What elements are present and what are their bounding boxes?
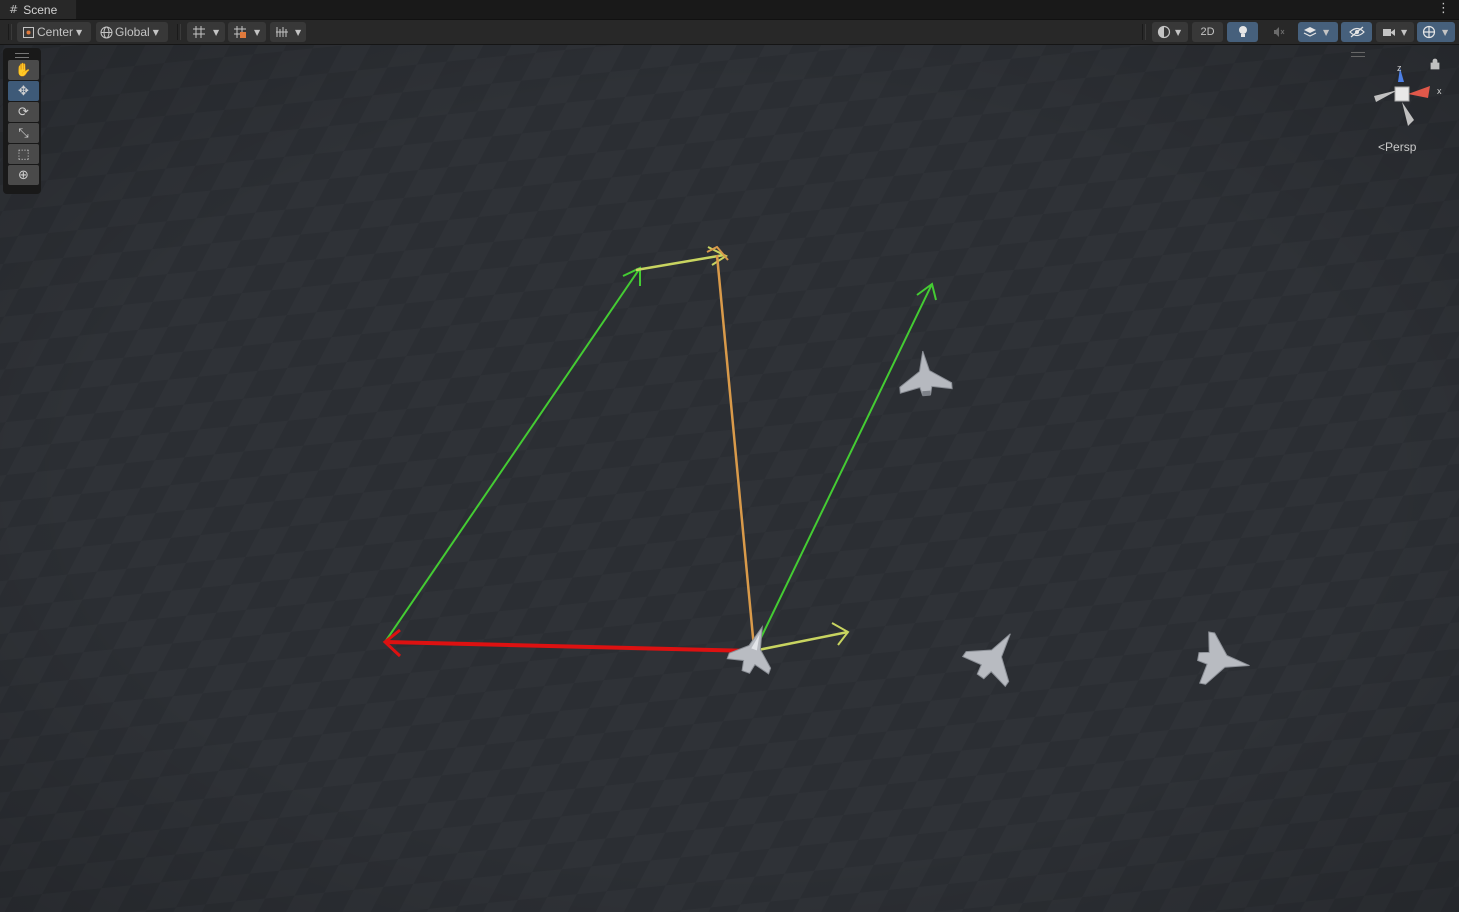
scale-icon: ⤡ xyxy=(18,125,29,141)
chevron-down-icon: ▼ xyxy=(254,27,261,37)
hand-icon: ✋ xyxy=(15,62,32,78)
toggle-2d-label: 2D xyxy=(1200,26,1215,38)
axis-x-cone[interactable] xyxy=(1408,86,1430,98)
viewport-vignette xyxy=(0,45,1459,912)
projection-toggle[interactable]: <Persp xyxy=(1378,140,1416,154)
camera-icon xyxy=(1383,28,1395,36)
scene-canvas[interactable] xyxy=(0,45,1459,912)
toolbar-separator xyxy=(177,24,181,40)
view-tool-button[interactable]: ✋ xyxy=(8,60,39,80)
lock-icon[interactable] xyxy=(1430,58,1440,70)
lightbulb-icon xyxy=(1238,26,1247,37)
tab-scene-label: Scene xyxy=(23,2,58,17)
pivot-rotation-dropdown[interactable]: Global ▼ xyxy=(96,22,168,42)
more-options-icon[interactable]: ⋮ xyxy=(1437,1,1450,16)
rect-tool-button[interactable]: ⬚ xyxy=(8,144,39,164)
effects-layers-icon xyxy=(1303,27,1317,37)
camera-settings-dropdown[interactable]: ▼ xyxy=(1376,22,1414,42)
toggle-2d-button[interactable]: 2D xyxy=(1192,22,1223,42)
rotate-icon: ⟳ xyxy=(18,104,29,120)
chevron-down-icon: ▼ xyxy=(152,27,159,37)
grid-snapping-button[interactable]: ▼ xyxy=(228,22,266,42)
axis-x-label: x xyxy=(1437,86,1442,96)
tab-scene[interactable]: # Scene xyxy=(0,0,77,19)
gizmo-center-cube[interactable] xyxy=(1394,86,1410,102)
gizmos-icon xyxy=(1422,25,1436,39)
increment-snapping-button[interactable]: ▼ xyxy=(270,22,306,42)
scene-visibility-button[interactable] xyxy=(1341,22,1372,42)
scene-toolbar: Center ▼ Global ▼ ▼ ▼ ▼ ▼ 2D ▼ ▼ ▼ xyxy=(0,20,1459,45)
axis-z-label: z xyxy=(1397,63,1402,73)
orientation-gizmo[interactable]: z x xyxy=(1368,58,1448,133)
chevron-down-icon: ▼ xyxy=(295,27,302,37)
chevron-down-icon: ▼ xyxy=(1323,27,1330,37)
lighting-toggle-button[interactable] xyxy=(1227,22,1258,42)
gizmo-grip-icon[interactable] xyxy=(1351,52,1365,57)
toolbar-separator xyxy=(1142,24,1146,40)
grid-visibility-button[interactable]: ▼ xyxy=(187,22,225,42)
projection-label: Persp xyxy=(1385,140,1417,154)
grid-icon: # xyxy=(9,3,19,16)
globe-icon xyxy=(100,26,113,38)
chevron-down-icon: ▼ xyxy=(1401,27,1408,37)
move-tool-button[interactable]: ✥ xyxy=(8,81,39,101)
grid-snap-icon xyxy=(234,26,246,38)
pivot-icon xyxy=(23,26,34,38)
grid-toggle-icon xyxy=(193,26,205,38)
pivot-position-label: Center xyxy=(37,25,74,39)
pivot-rotation-label: Global xyxy=(115,25,150,39)
gizmos-toggle-button[interactable]: ▼ xyxy=(1417,22,1455,42)
toolbar-grip xyxy=(8,24,12,40)
chevron-down-icon: ▼ xyxy=(1442,27,1449,37)
move-icon: ✥ xyxy=(18,83,29,99)
rotate-tool-button[interactable]: ⟳ xyxy=(8,102,39,122)
panel-grip-icon[interactable] xyxy=(15,53,29,58)
tab-bar: # Scene ⋮ xyxy=(0,0,1459,20)
transform-tool-button[interactable]: ⊕ xyxy=(8,165,39,185)
effects-toggle-button[interactable]: ▼ xyxy=(1298,22,1338,42)
increment-snap-icon xyxy=(276,27,288,37)
scene-viewport[interactable] xyxy=(0,45,1459,912)
axis-neg-x-cone[interactable] xyxy=(1374,90,1398,102)
pivot-position-dropdown[interactable]: Center ▼ xyxy=(17,22,91,42)
scale-tool-button[interactable]: ⤡ xyxy=(8,123,39,143)
tool-overlay-panel: ✋ ✥ ⟳ ⤡ ⬚ ⊕ xyxy=(3,48,41,194)
shading-mode-icon xyxy=(1157,25,1171,39)
draw-mode-dropdown[interactable]: ▼ xyxy=(1152,22,1188,42)
audio-muted-icon xyxy=(1273,27,1284,37)
hidden-eye-icon xyxy=(1348,26,1365,38)
axis-neg-y-cone[interactable] xyxy=(1402,102,1414,126)
transform-icon: ⊕ xyxy=(18,167,29,183)
chevron-down-icon: ▼ xyxy=(1175,27,1182,37)
audio-toggle-button[interactable] xyxy=(1263,22,1294,42)
chevron-down-icon: ▼ xyxy=(76,27,83,37)
chevron-down-icon: ▼ xyxy=(213,27,220,37)
chevron-left-icon: < xyxy=(1378,140,1386,154)
rect-icon: ⬚ xyxy=(17,146,30,162)
